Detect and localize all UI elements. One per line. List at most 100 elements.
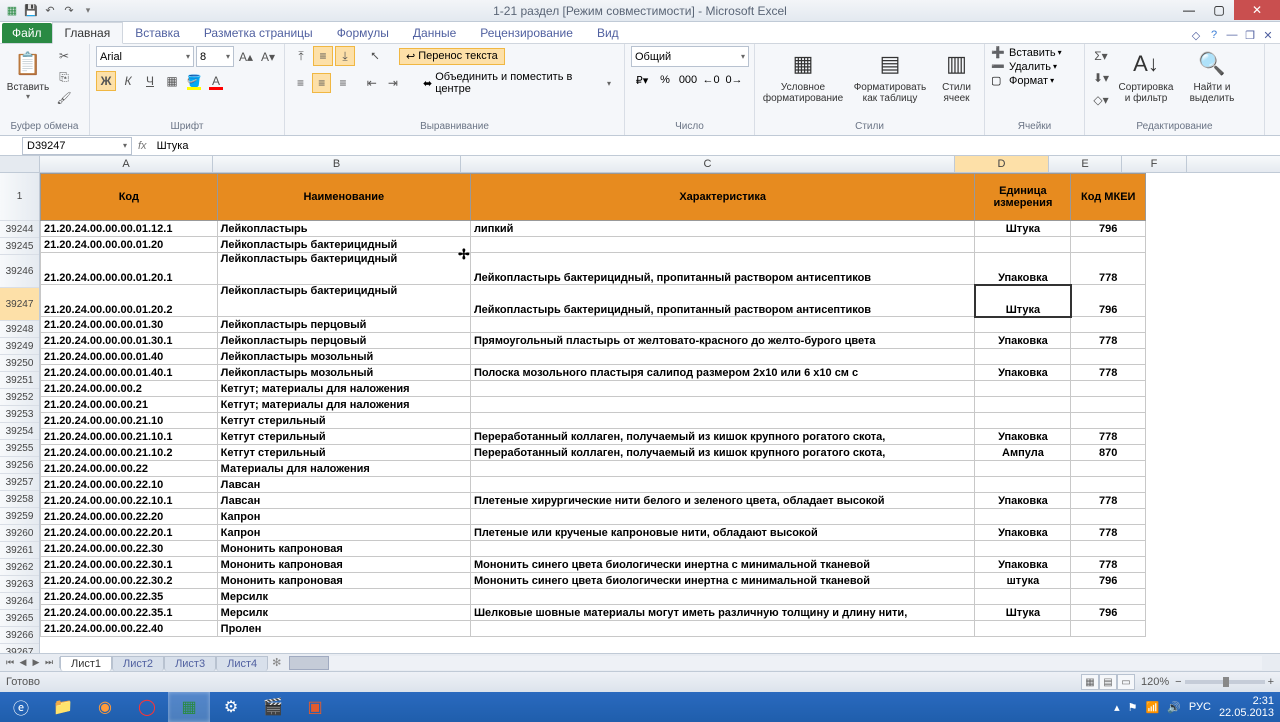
row-header[interactable]: 39266 <box>0 627 39 644</box>
cell[interactable] <box>1071 349 1146 365</box>
cell[interactable]: 21.20.24.00.00.00.22 <box>41 461 218 477</box>
cell[interactable]: Кетгут; материалы для наложения <box>217 381 470 397</box>
copy-icon[interactable]: ⎘ <box>54 67 74 87</box>
cell[interactable]: 21.20.24.00.00.00.22.10.1 <box>41 493 218 509</box>
cell[interactable] <box>1071 381 1146 397</box>
paste-button[interactable]: 📋 Вставить ▾ <box>6 46 50 112</box>
redo-icon[interactable]: ↷ <box>61 3 77 19</box>
font-size-combo[interactable]: 8▾ <box>196 46 234 67</box>
cell[interactable]: Переработанный коллаген, получаемый из к… <box>470 429 975 445</box>
cell[interactable] <box>470 541 975 557</box>
header-cell[interactable]: Код <box>41 174 218 221</box>
row-header[interactable]: 39254 <box>0 423 39 440</box>
row-header[interactable]: 39255 <box>0 440 39 457</box>
sheet-tab[interactable]: Лист4 <box>216 656 268 671</box>
comma-icon[interactable]: 000 <box>677 70 699 90</box>
cell[interactable] <box>1071 317 1146 333</box>
col-header-A[interactable]: A <box>40 156 213 172</box>
header-cell[interactable]: Единица измерения <box>975 174 1071 221</box>
bold-button[interactable]: Ж <box>96 71 116 91</box>
clock[interactable]: 2:31 22.05.2013 <box>1219 695 1274 719</box>
delete-cells-icon[interactable]: ➖ <box>991 60 1007 73</box>
cell[interactable]: липкий <box>470 221 975 237</box>
cell[interactable] <box>470 461 975 477</box>
row-header[interactable]: 39248 <box>0 321 39 338</box>
conditional-format-button[interactable]: ▦Условное форматирование <box>761 46 845 112</box>
cell[interactable]: 796 <box>1071 285 1146 317</box>
col-header-F[interactable]: F <box>1122 156 1187 172</box>
page-layout-view-icon[interactable]: ▤ <box>1099 674 1117 690</box>
cell[interactable]: Плетеные или крученые капроновые нити, о… <box>470 525 975 541</box>
undo-icon[interactable]: ↶ <box>42 3 58 19</box>
fill-icon[interactable]: ⬇▾ <box>1091 68 1111 88</box>
font-name-combo[interactable]: Arial▾ <box>96 46 194 67</box>
col-header-E[interactable]: E <box>1049 156 1122 172</box>
cell[interactable]: 21.20.24.00.00.00.2 <box>41 381 218 397</box>
row-header[interactable]: 39253 <box>0 406 39 423</box>
cell[interactable] <box>1071 397 1146 413</box>
cell[interactable]: 21.20.24.00.00.00.22.30.1 <box>41 557 218 573</box>
cell[interactable]: Мононить капроновая <box>217 573 470 589</box>
clear-icon[interactable]: ◇▾ <box>1091 90 1111 110</box>
tab-review[interactable]: Рецензирование <box>468 23 585 43</box>
tab-view[interactable]: Вид <box>585 23 631 43</box>
row-header[interactable]: 39247 <box>0 288 39 321</box>
cell[interactable]: 21.20.24.00.00.00.01.20.1 <box>41 253 218 285</box>
language-indicator[interactable]: РУС <box>1189 701 1211 713</box>
cell[interactable]: Капрон <box>217 509 470 525</box>
cell[interactable] <box>1071 461 1146 477</box>
cell-styles-button[interactable]: ▥Стили ячеек <box>935 46 978 112</box>
cell[interactable]: 778 <box>1071 525 1146 541</box>
cell[interactable]: Капрон <box>217 525 470 541</box>
cell[interactable]: Упаковка <box>975 557 1071 573</box>
cell[interactable]: Мононить синего цвета биологически инерт… <box>470 557 975 573</box>
fx-icon[interactable]: fx <box>138 140 147 152</box>
sheet-nav-arrows[interactable]: ⏮◀▶⏭ <box>0 657 60 668</box>
cell[interactable] <box>975 349 1071 365</box>
col-header-B[interactable]: B <box>213 156 461 172</box>
font-color-icon[interactable]: A <box>206 71 226 91</box>
cell[interactable]: Штука <box>975 285 1071 317</box>
cell[interactable] <box>975 461 1071 477</box>
row-header[interactable]: 39257 <box>0 474 39 491</box>
row-header[interactable]: 39249 <box>0 338 39 355</box>
cell[interactable]: Прямоугольный пластырь от желтовато-крас… <box>470 333 975 349</box>
excel-icon[interactable]: ▦ <box>4 3 20 19</box>
row-header[interactable]: 39252 <box>0 389 39 406</box>
zoom-level[interactable]: 120% <box>1141 676 1169 688</box>
cell[interactable] <box>470 413 975 429</box>
percent-icon[interactable]: % <box>654 70 676 90</box>
cell[interactable]: 21.20.24.00.00.00.22.20.1 <box>41 525 218 541</box>
page-break-view-icon[interactable]: ▭ <box>1117 674 1135 690</box>
align-right-icon[interactable]: ≡ <box>333 73 352 93</box>
cell[interactable]: Упаковка <box>975 429 1071 445</box>
format-cells-icon[interactable]: ▢ <box>991 74 1007 87</box>
cell[interactable] <box>470 509 975 525</box>
cell[interactable]: 778 <box>1071 493 1146 509</box>
name-box[interactable]: D39247▾ <box>22 137 132 155</box>
cell[interactable]: Упаковка <box>975 253 1071 285</box>
cell[interactable]: Лейкопластырь бактерицидный, пропитанный… <box>470 253 975 285</box>
cell[interactable]: Плетеные хирургические нити белого и зел… <box>470 493 975 509</box>
cell[interactable]: 21.20.24.00.00.00.21.10.2 <box>41 445 218 461</box>
cell[interactable] <box>975 589 1071 605</box>
cell[interactable]: 796 <box>1071 221 1146 237</box>
window-min-icon[interactable]: — <box>1224 27 1240 43</box>
cell[interactable]: Лейкопластырь перцовый <box>217 317 470 333</box>
cell[interactable]: 21.20.24.00.00.00.22.20 <box>41 509 218 525</box>
align-middle-icon[interactable]: ≡ <box>313 46 333 66</box>
cell[interactable]: Лавсан <box>217 493 470 509</box>
formula-input[interactable]: Штука <box>153 140 1280 152</box>
cell[interactable]: 21.20.24.00.00.00.22.35 <box>41 589 218 605</box>
sheet-tab[interactable]: Лист2 <box>112 656 164 671</box>
cell[interactable]: 21.20.24.00.00.00.22.10 <box>41 477 218 493</box>
cell[interactable] <box>470 349 975 365</box>
cell[interactable]: 796 <box>1071 573 1146 589</box>
format-table-button[interactable]: ▤Форматировать как таблицу <box>849 46 931 112</box>
cell[interactable]: Упаковка <box>975 525 1071 541</box>
help-icon[interactable]: ? <box>1206 27 1222 43</box>
qat-icon[interactable]: ▾ <box>80 3 96 19</box>
cell[interactable] <box>1071 477 1146 493</box>
sheet-tab[interactable]: Лист3 <box>164 656 216 671</box>
cell[interactable]: Пролен <box>217 621 470 637</box>
